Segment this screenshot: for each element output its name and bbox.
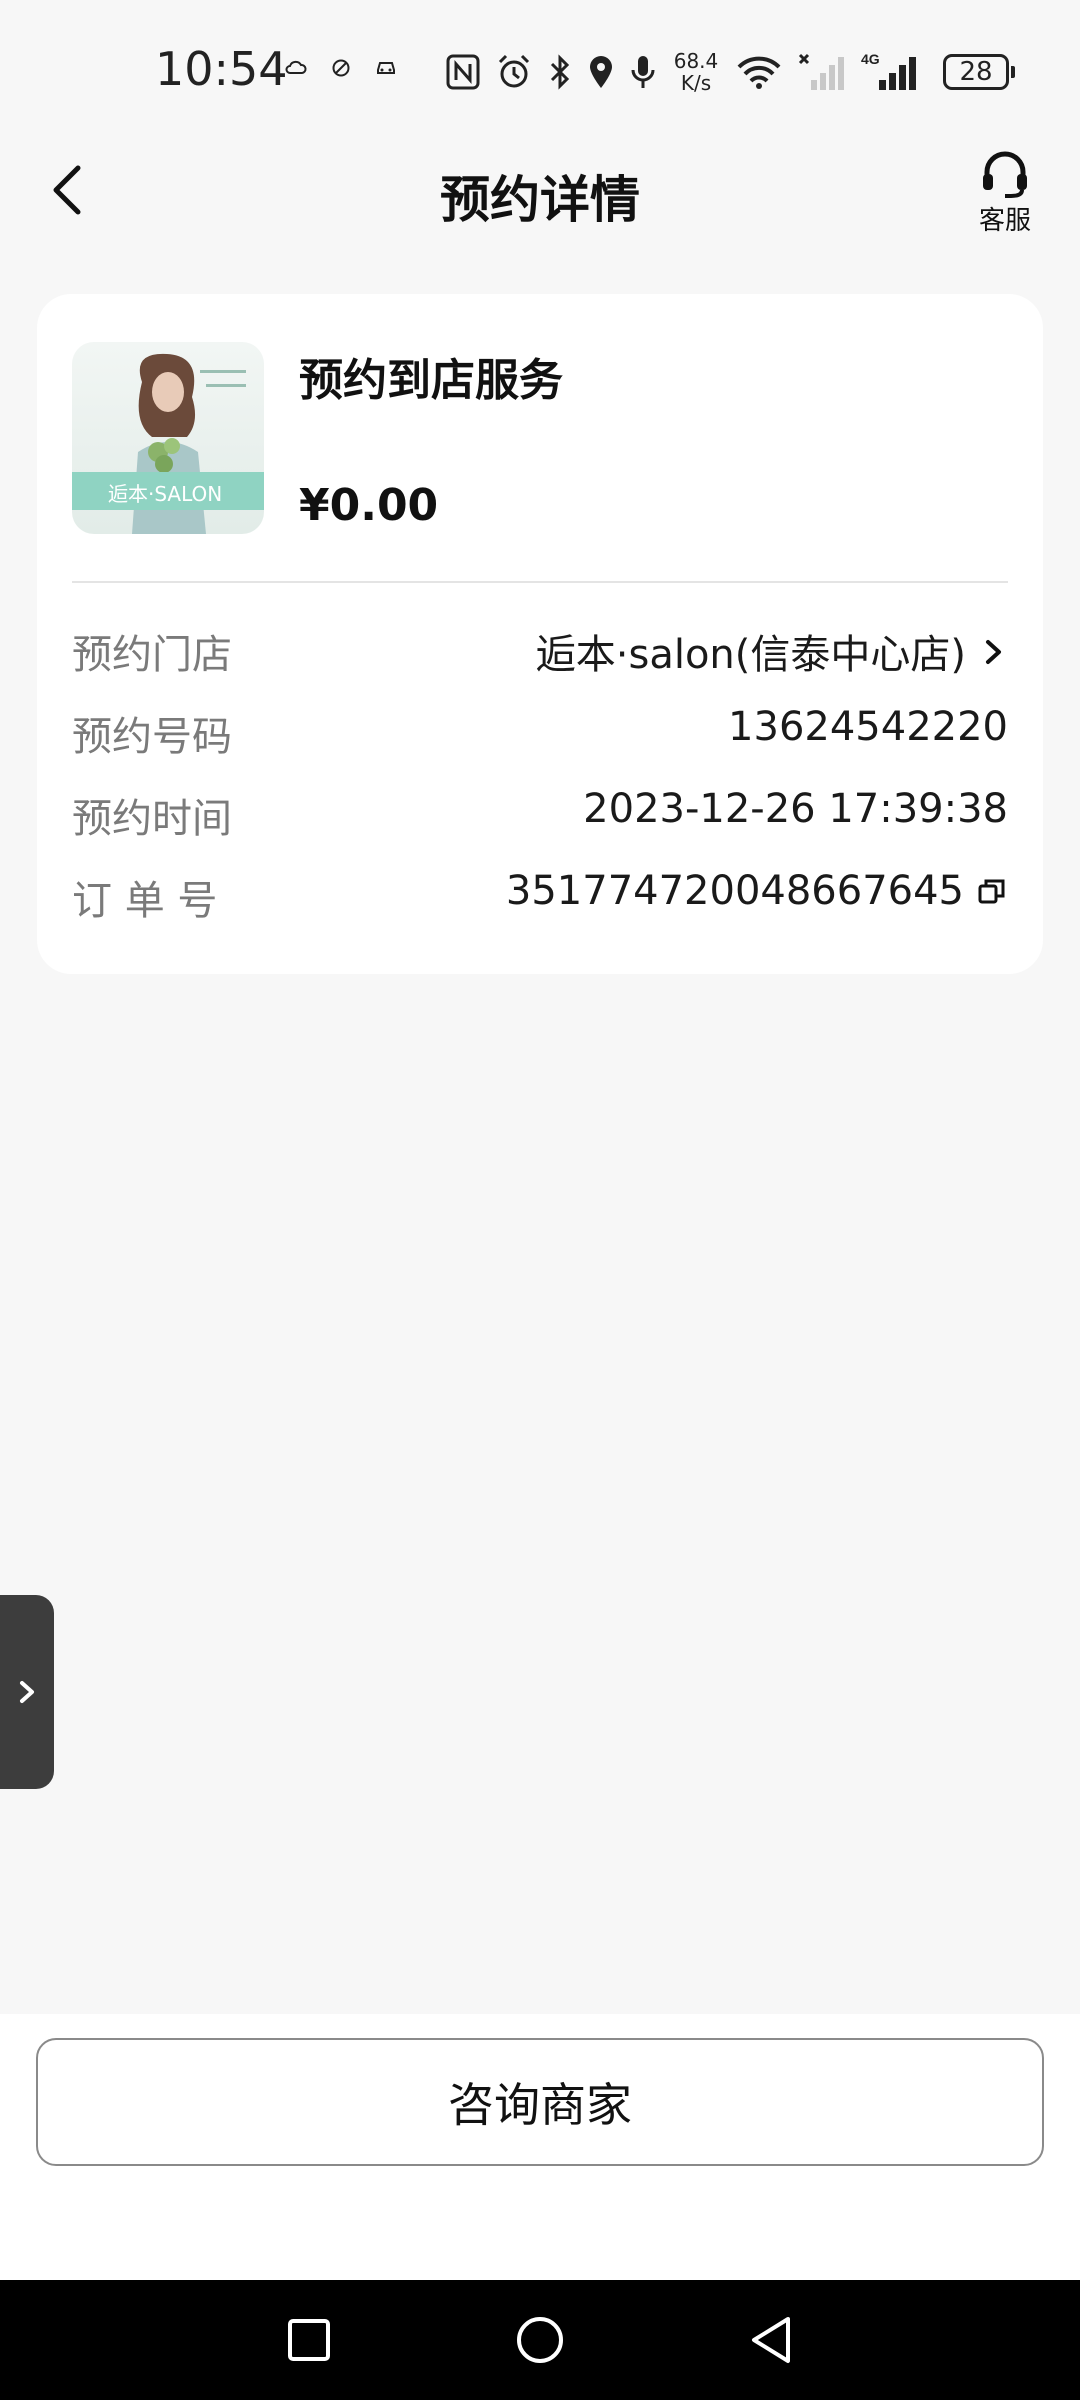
store-value: 逅本·salon(信泰中心店) bbox=[536, 622, 1008, 680]
cloud-icon bbox=[285, 58, 307, 78]
system-back-button[interactable] bbox=[741, 2310, 801, 2370]
battery-level: 28 bbox=[959, 57, 993, 87]
service-price: ¥0.00 bbox=[299, 480, 439, 531]
customer-service-button[interactable]: 客服 bbox=[960, 150, 1050, 240]
net-speed-unit: K/s bbox=[680, 71, 712, 95]
nfc-icon bbox=[445, 53, 481, 91]
info-row-phone: 预约号码 13624542220 bbox=[72, 698, 1008, 760]
recent-apps-icon bbox=[288, 2319, 330, 2361]
notification-icons bbox=[285, 58, 397, 78]
phone-value: 13624542220 bbox=[728, 704, 1008, 750]
info-row-order: 订 单 号 351774720048667645 bbox=[72, 862, 1008, 924]
consult-merchant-button[interactable]: 咨询商家 bbox=[36, 2038, 1044, 2166]
service-name: 预约到店服务 bbox=[299, 355, 563, 406]
headset-icon bbox=[983, 151, 1027, 198]
signal-4g-icon: 4G bbox=[861, 52, 919, 92]
phone-label: 预约号码 bbox=[72, 714, 232, 760]
system-icons: 68.4 K/s 4G 28 bbox=[445, 44, 1015, 100]
location-icon bbox=[587, 53, 615, 91]
booking-card: 逅本·SALON 预约到店服务 ¥0.00 预约门店 逅本·salon(信泰中心… bbox=[37, 294, 1043, 974]
chevron-right-icon bbox=[978, 634, 1008, 668]
phone-number: 13624542220 bbox=[728, 704, 1008, 750]
signal-no-service-icon bbox=[797, 52, 847, 92]
store-name: 逅本·salon(信泰中心店) bbox=[535, 632, 966, 678]
time-label: 预约时间 bbox=[72, 796, 232, 842]
car-icon bbox=[375, 58, 397, 78]
card-divider bbox=[72, 581, 1008, 583]
bluetooth-icon bbox=[547, 53, 573, 91]
svg-text:4G: 4G bbox=[861, 52, 880, 67]
net-speed: 68.4 K/s bbox=[671, 50, 721, 94]
page-title: 预约详情 bbox=[440, 171, 640, 229]
microphone-icon bbox=[629, 53, 657, 91]
net-speed-value: 68.4 bbox=[673, 49, 719, 73]
blocked-icon bbox=[331, 58, 351, 78]
system-nav-bar bbox=[0, 2280, 1080, 2400]
home-button[interactable] bbox=[510, 2310, 570, 2370]
service-label: 客服 bbox=[978, 206, 1031, 236]
time-value: 2023-12-26 17:39:38 bbox=[583, 786, 1008, 832]
floating-side-tab[interactable] bbox=[0, 1595, 54, 1789]
back-icon bbox=[752, 2317, 790, 2363]
alarm-icon bbox=[495, 53, 533, 91]
info-row-store[interactable]: 预约门店 逅本·salon(信泰中心店) bbox=[72, 616, 1008, 678]
order-number: 351774720048667645 bbox=[505, 868, 964, 914]
bottom-action-bar: 咨询商家 bbox=[0, 2014, 1080, 2280]
header: 预约详情 客服 bbox=[0, 140, 1080, 240]
home-icon bbox=[517, 2317, 563, 2363]
wifi-icon bbox=[735, 53, 783, 91]
battery-icon: 28 bbox=[943, 54, 1015, 90]
order-value: 351774720048667645 bbox=[506, 868, 1008, 914]
product-image: 逅本·SALON bbox=[72, 342, 264, 534]
copy-icon[interactable] bbox=[976, 874, 1008, 908]
status-bar: 10:54 68.4 K/s 4G 28 bbox=[0, 0, 1080, 140]
chevron-right-icon bbox=[20, 1681, 34, 1703]
store-label: 预约门店 bbox=[72, 632, 232, 678]
recent-apps-button[interactable] bbox=[279, 2310, 339, 2370]
booking-time: 2023-12-26 17:39:38 bbox=[583, 786, 1008, 832]
status-time: 10:54 bbox=[155, 42, 288, 96]
order-label: 订 单 号 bbox=[72, 878, 218, 924]
info-row-time: 预约时间 2023-12-26 17:39:38 bbox=[72, 780, 1008, 842]
image-brand-text: 逅本·SALON bbox=[108, 482, 223, 506]
